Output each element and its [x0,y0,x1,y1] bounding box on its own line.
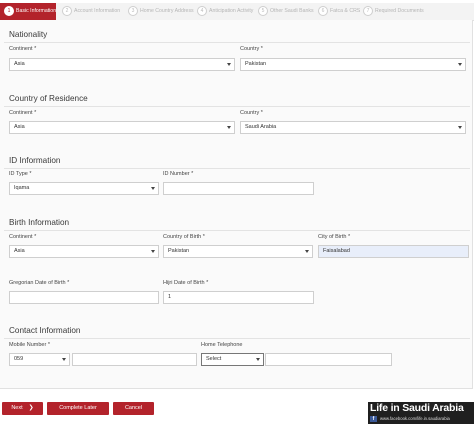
gregorian-dob-input[interactable] [9,291,159,304]
selected-value: Asia [14,248,25,254]
nationality-continent-select[interactable]: Asia [9,58,235,71]
label-residence-country: Country * [240,110,263,116]
step-number: 5 [258,5,268,16]
divider [4,106,470,107]
tab-anticipation-activity[interactable]: 4 Anticipation Activity [197,3,253,20]
label-gregorian-dob: Gregorian Date of Birth * [9,280,70,286]
brand-watermark: Life in Saudi Arabia f www.facebook.com/… [368,402,474,424]
home-code-select[interactable]: Select [201,353,264,366]
label-home-telephone: Home Telephone [201,342,243,348]
label-nationality-country: Country * [240,46,263,52]
home-telephone-input[interactable] [265,353,392,366]
nationality-country-select[interactable]: Pakistan [240,58,466,71]
step-number: 7 [363,5,373,16]
section-title-nationality: Nationality [9,30,48,39]
step-number: 3 [128,5,138,16]
divider [4,338,470,339]
label-birth-continent: Continent * [9,234,37,240]
label-mobile-number: Mobile Number * [9,342,50,348]
residence-continent-select[interactable]: Asia [9,121,235,134]
section-title-residence: Country of Residence [9,94,88,103]
selected-value: Pakistan [245,61,267,67]
cancel-button[interactable]: Cancel [113,402,154,415]
tab-account-information[interactable]: 2 Account Information [62,3,120,20]
facebook-icon: f [370,416,377,422]
brand-url: www.facebook.com/life.in.saudiarabia [380,416,450,421]
tab-other-saudi-banks[interactable]: 5 Other Saudi Banks [258,3,314,20]
step-number: 2 [62,5,72,16]
id-number-input[interactable] [163,182,314,195]
country-of-birth-select[interactable]: Pakistan [163,245,313,258]
label-id-number: ID Number * [163,171,194,177]
id-type-select[interactable]: Iqama [9,182,159,195]
mobile-number-input[interactable] [72,353,197,366]
city-of-birth-input[interactable]: Faisalabad [318,245,469,258]
step-bar: 1 Basic Information 2 Account Information … [0,3,474,21]
tab-label: Basic Information [16,8,57,14]
button-label: Next [11,405,23,411]
label-nationality-continent: Continent * [9,46,37,52]
input-value: 1 [168,294,172,300]
birth-continent-select[interactable]: Asia [9,245,159,258]
next-button[interactable]: Next ❯ [2,402,43,415]
label-hijri-dob: Hijri Date of Birth * [163,280,209,286]
hijri-dob-input[interactable]: 1 [163,291,314,304]
tab-home-country-address[interactable]: 3 Home Country Address [128,3,194,20]
selected-value: Select [206,356,222,362]
button-label: Complete Later [59,405,97,411]
section-title-birth-information: Birth Information [9,218,70,227]
divider [4,168,470,169]
tab-label: Other Saudi Banks [270,8,314,14]
selected-value: Asia [14,124,25,130]
residence-country-select[interactable]: Saudi Arabia [240,121,466,134]
label-id-type: ID Type * [9,171,32,177]
tab-basic-information[interactable]: 1 Basic Information [0,3,56,20]
tab-label: Home Country Address [140,8,194,14]
tab-label: Fatca & CRS [330,8,361,14]
section-title-id-information: ID Information [9,156,61,165]
chevron-right-icon: ❯ [28,405,34,411]
label-city-of-birth: City of Birth * [318,234,351,240]
selected-value: Pakistan [168,248,190,254]
selected-value: Saudi Arabia [245,124,277,130]
section-title-contact-information: Contact Information [9,326,81,335]
complete-later-button[interactable]: Complete Later [47,402,109,415]
brand-title: Life in Saudi Arabia [370,402,464,414]
divider [4,230,470,231]
tab-label: Account Information [74,8,121,14]
label-country-of-birth: Country of Birth * [163,234,205,240]
input-value: Faisalabad [323,248,350,254]
divider [4,42,470,43]
tab-label: Anticipation Activity [209,8,254,14]
selected-value: 059 [14,356,24,362]
step-number: 6 [318,5,328,16]
tab-required-documents[interactable]: 7 Required Documents [363,3,424,20]
tab-label: Required Documents [375,8,424,14]
mobile-code-select[interactable]: 059 [9,353,70,366]
label-residence-continent: Continent * [9,110,37,116]
step-number: 4 [197,5,207,16]
selected-value: Iqama [14,185,30,191]
step-number: 1 [4,5,14,16]
tab-fatca-crs[interactable]: 6 Fatca & CRS [318,3,360,20]
button-label: Cancel [124,405,143,411]
selected-value: Asia [14,61,25,67]
